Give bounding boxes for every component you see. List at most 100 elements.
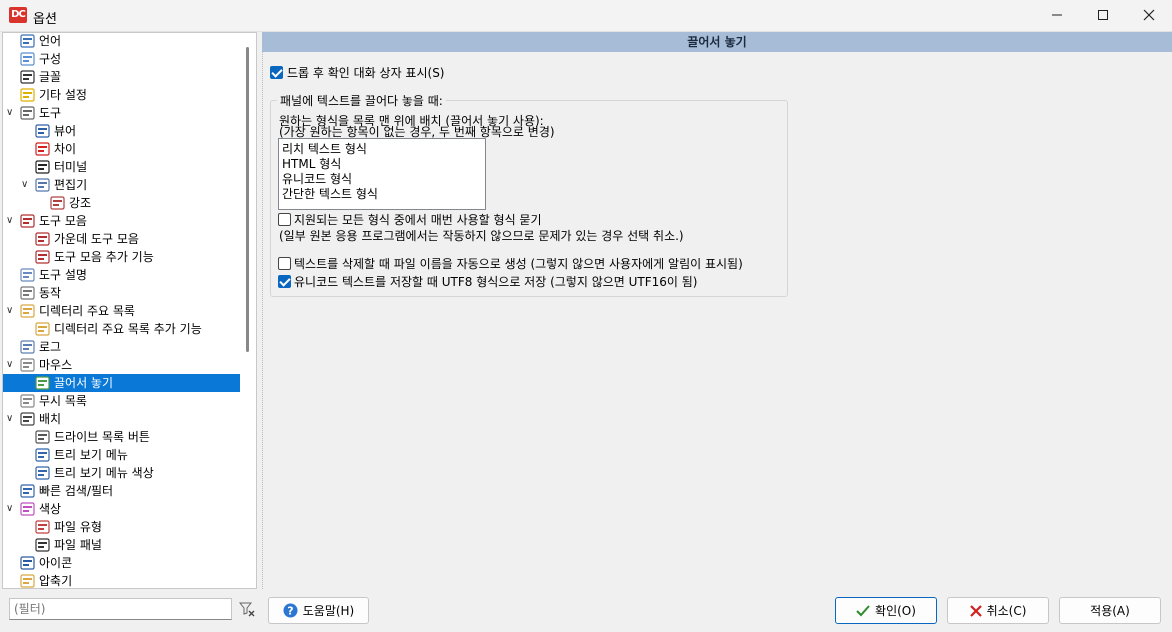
chevron-down-icon[interactable]: ∨ bbox=[6, 356, 13, 374]
tree-item-label: 끌어서 놓기 bbox=[54, 376, 114, 390]
tree-item[interactable]: 터미널 bbox=[3, 158, 240, 176]
utf8-label[interactable]: 유니코드 텍스트를 저장할 때 UTF8 형식으로 저장 (그렇지 않으면 UT… bbox=[294, 273, 698, 290]
apply-button[interactable]: 적용(A) bbox=[1059, 597, 1161, 624]
tree-item[interactable]: 트리 보기 메뉴 색상 bbox=[3, 464, 240, 482]
tree-item[interactable]: 무시 목록 bbox=[3, 392, 240, 410]
tree-item[interactable]: ∨ 디렉터리 주요 목록 bbox=[3, 302, 240, 320]
tree-item[interactable]: ∨ 편집기 bbox=[3, 176, 240, 194]
clear-filter-button[interactable] bbox=[238, 600, 256, 618]
tree-item[interactable]: ∨ 배치 bbox=[3, 410, 240, 428]
ok-button[interactable]: 확인(O) bbox=[835, 597, 937, 624]
tree-item-label: 도구 설명 bbox=[39, 268, 87, 282]
diff-icon bbox=[35, 142, 50, 156]
tree-item[interactable]: 파일 패널 bbox=[3, 536, 240, 554]
tree-item[interactable]: 도구 설명 bbox=[3, 266, 240, 284]
tree-item[interactable]: 구성 bbox=[3, 50, 240, 68]
colors-icon bbox=[20, 502, 35, 516]
auto-filename-label[interactable]: 텍스트를 삭제할 때 파일 이름을 자동으로 생성 (그렇지 않으면 사용자에게… bbox=[294, 255, 743, 272]
tree-item[interactable]: 디렉터리 주요 목록 추가 기능 bbox=[3, 320, 240, 338]
tree-item[interactable]: 가운데 도구 모음 bbox=[3, 230, 240, 248]
tree-scrollbar[interactable] bbox=[241, 35, 255, 588]
tree-item-label: 차이 bbox=[54, 142, 77, 156]
chevron-down-icon[interactable]: ∨ bbox=[21, 176, 28, 194]
close-button[interactable] bbox=[1126, 0, 1172, 30]
toolbar-extra-icon bbox=[35, 250, 50, 264]
chevron-down-icon[interactable]: ∨ bbox=[6, 500, 13, 518]
tree-item[interactable]: 기타 설정 bbox=[3, 86, 240, 104]
tree-item[interactable]: 아이콘 bbox=[3, 554, 240, 572]
chevron-down-icon[interactable]: ∨ bbox=[6, 104, 13, 122]
tree-item[interactable]: 로그 bbox=[3, 338, 240, 356]
tree-item[interactable]: 뷰어 bbox=[3, 122, 240, 140]
chevron-down-icon[interactable]: ∨ bbox=[6, 212, 13, 230]
log-icon bbox=[20, 340, 35, 354]
tree-item[interactable]: 파일 유형 bbox=[3, 518, 240, 536]
cancel-button[interactable]: 취소(C) bbox=[947, 597, 1049, 624]
format-priority-list[interactable]: 리치 텍스트 형식 HTML 형식 유니코드 형식 간단한 텍스트 형식 bbox=[278, 138, 486, 210]
folder-hotlist-extra-icon bbox=[35, 322, 50, 336]
utf8-checkbox[interactable] bbox=[278, 275, 291, 288]
tree-item[interactable]: 도구 모음 추가 기능 bbox=[3, 248, 240, 266]
tree-item-label: 글꼴 bbox=[39, 70, 62, 84]
tree-item[interactable]: 빠른 검색/필터 bbox=[3, 482, 240, 500]
show-confirm-label[interactable]: 드롭 후 확인 대화 상자 표시(S) bbox=[287, 64, 445, 81]
list-item[interactable]: 간단한 텍스트 형식 bbox=[282, 185, 378, 202]
chevron-down-icon[interactable]: ∨ bbox=[6, 302, 13, 320]
drive-list-icon bbox=[35, 430, 50, 444]
filter-input[interactable] bbox=[9, 598, 232, 620]
ignore-list-icon bbox=[20, 394, 35, 408]
close-icon bbox=[1143, 9, 1155, 21]
show-confirm-checkbox[interactable] bbox=[270, 66, 283, 79]
tree-item[interactable]: ∨ 색상 bbox=[3, 500, 240, 518]
tree-item-label: 파일 유형 bbox=[54, 520, 102, 534]
tree-item[interactable]: ∨ 마우스 bbox=[3, 356, 240, 374]
icons-icon bbox=[20, 556, 35, 570]
cancel-button-label: 취소(C) bbox=[986, 604, 1027, 618]
help-button[interactable]: ? 도움말(H) bbox=[268, 597, 369, 624]
chevron-down-icon[interactable]: ∨ bbox=[6, 410, 13, 428]
window-title: 옵션 bbox=[33, 12, 57, 27]
page-header: 끌어서 놓기 bbox=[262, 32, 1172, 52]
behavior-icon bbox=[20, 286, 35, 300]
tree-item[interactable]: 글꼴 bbox=[3, 68, 240, 86]
tree-item-label: 도구 모음 bbox=[39, 214, 87, 228]
splitter[interactable] bbox=[262, 52, 263, 589]
tree-item-label: 압축기 bbox=[39, 574, 73, 588]
tree-item-label: 아이콘 bbox=[39, 556, 73, 570]
tree-item-label: 편집기 bbox=[54, 178, 88, 192]
ask-format-checkbox[interactable] bbox=[278, 213, 291, 226]
tree-item[interactable]: 트리 보기 메뉴 bbox=[3, 446, 240, 464]
ask-format-note: (일부 원본 응용 프로그램에서는 작동하지 않으므로 문제가 있는 경우 선택… bbox=[279, 229, 684, 243]
tree-item[interactable]: ∨ 도구 모음 bbox=[3, 212, 240, 230]
tree-item-label: 기타 설정 bbox=[39, 88, 87, 102]
tree-item-label: 언어 bbox=[39, 34, 62, 48]
tree-scrollbar-thumb[interactable] bbox=[246, 47, 249, 352]
ask-format-label[interactable]: 지원되는 모든 형식 중에서 매번 사용할 형식 묻기 bbox=[294, 211, 542, 228]
options-tree[interactable]: 언어 구성 글꼴 기타 설정 ∨ 도구 뷰어 차이 터미널 ∨ 편집기 강조 ∨ 도구 모음 가운데 도구 … bbox=[2, 32, 257, 589]
file-panels-icon bbox=[35, 538, 50, 552]
tree-item[interactable]: 드라이브 목록 버튼 bbox=[3, 428, 240, 446]
maximize-button[interactable] bbox=[1080, 0, 1126, 30]
tree-item-label: 터미널 bbox=[54, 160, 88, 174]
tree-item[interactable]: 차이 bbox=[3, 140, 240, 158]
tree-item-label: 색상 bbox=[39, 502, 62, 516]
tree-menu-color-icon bbox=[35, 466, 50, 480]
tree-item[interactable]: ∨ 도구 bbox=[3, 104, 240, 122]
tree-item-selected[interactable]: 끌어서 놓기 bbox=[3, 374, 240, 392]
minimize-icon bbox=[1052, 14, 1062, 16]
tree-item[interactable]: 언어 bbox=[3, 33, 240, 50]
help-button-label: 도움말(H) bbox=[302, 604, 355, 618]
mouse-icon bbox=[20, 358, 35, 372]
file-types-icon bbox=[35, 520, 50, 534]
app-logo-icon: DC bbox=[9, 7, 27, 23]
tree-item-label: 가운데 도구 모음 bbox=[54, 232, 139, 246]
tree-item[interactable]: 압축기 bbox=[3, 572, 240, 588]
minimize-button[interactable] bbox=[1034, 0, 1080, 30]
ok-button-label: 확인(O) bbox=[875, 604, 916, 618]
auto-filename-checkbox[interactable] bbox=[278, 257, 291, 270]
tree-item-label: 트리 보기 메뉴 색상 bbox=[54, 466, 154, 480]
tree-item-label: 뷰어 bbox=[54, 124, 77, 138]
tree-item[interactable]: 강조 bbox=[3, 194, 240, 212]
tree-item[interactable]: 동작 bbox=[3, 284, 240, 302]
tree-item-label: 동작 bbox=[39, 286, 62, 300]
